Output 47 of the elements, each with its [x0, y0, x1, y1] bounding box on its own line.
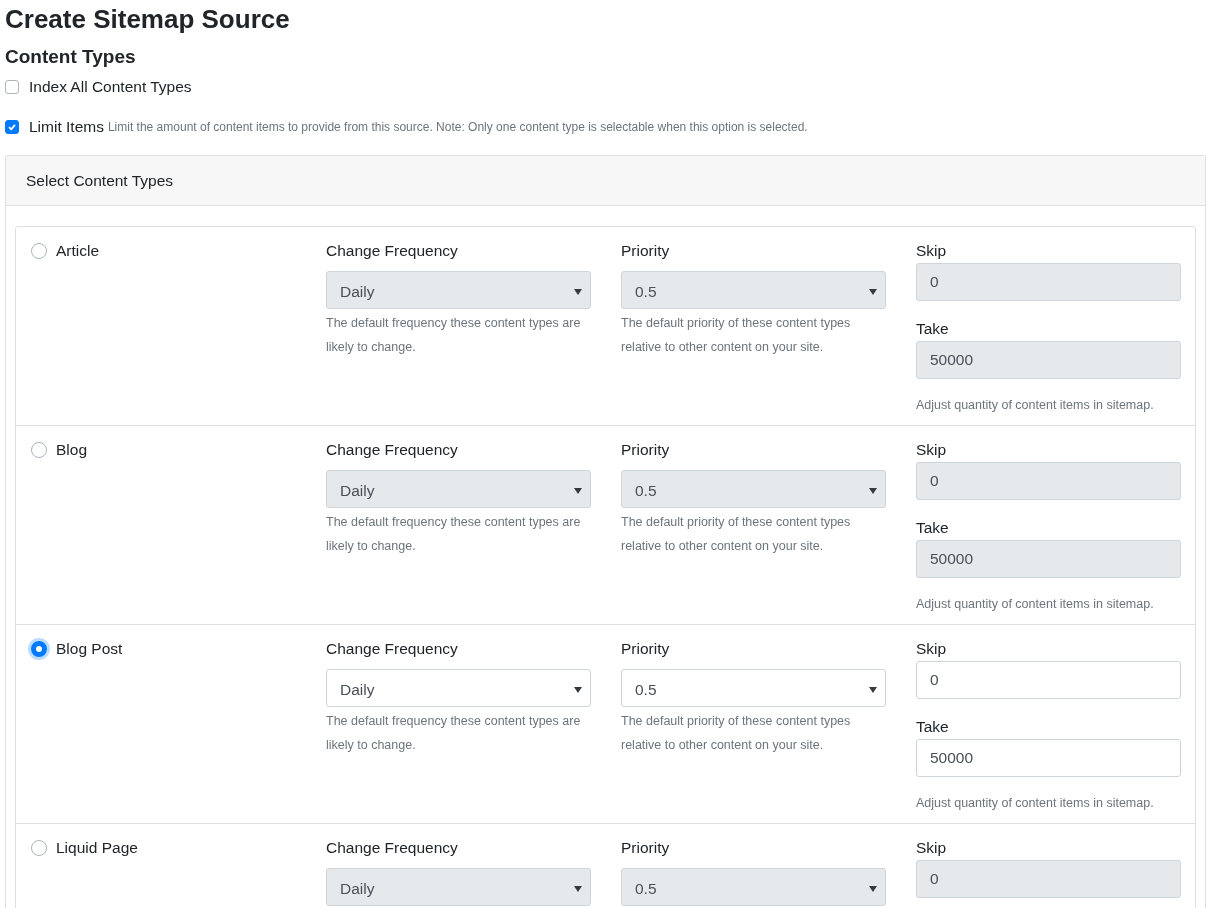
help-text: Adjust quantity of content items in sitemap. [916, 397, 1155, 414]
option-hint: Limit the amount of content items to provide from this source. Note: Only one content type is selectable when this option is selected. [107, 120, 808, 134]
skip-field[interactable]: 0 [916, 661, 1181, 699]
caret-icon [869, 886, 877, 892]
field-label: Priority [621, 639, 671, 659]
checkbox-label[interactable]: Index All Content Types [29, 78, 192, 96]
section-title: Content Types [5, 45, 137, 69]
help-text: Adjust quantity of content items in sitemap. [916, 596, 1155, 613]
caret-icon [869, 488, 877, 494]
field-label: Priority [621, 241, 671, 261]
field-label: Change Frequency [326, 440, 459, 460]
caret-icon [574, 289, 582, 295]
field-label: Skip [916, 838, 948, 858]
page-title: Create Sitemap Source [5, 3, 291, 35]
help-text: Adjust quantity of content items in sitemap. [916, 795, 1155, 812]
dropdown[interactable]: Daily [326, 669, 591, 707]
field-label: Take [916, 518, 950, 538]
caret-icon [574, 488, 582, 494]
checkbox-label[interactable]: Limit Items [29, 118, 104, 136]
field-label: Change Frequency [326, 838, 459, 858]
take-field[interactable]: 50000 [916, 739, 1181, 777]
card-title: Select Content Types [26, 171, 174, 190]
checkbox[interactable] [5, 80, 19, 94]
help-text: The default priority of these content types relative to other content on your site. [621, 315, 852, 356]
dropdown[interactable]: 0.5 [621, 669, 886, 707]
content-type-name[interactable]: Blog Post [56, 637, 123, 661]
field-label: Priority [621, 838, 671, 858]
field-label: Priority [621, 440, 671, 460]
help-text: The default frequency these content types are likely to change. [326, 514, 582, 555]
checkbox[interactable] [5, 120, 19, 134]
field-label: Take [916, 717, 950, 737]
help-text: The default frequency these content types are likely to change. [326, 713, 582, 754]
field-label: Skip [916, 241, 948, 261]
caret-icon [574, 687, 582, 693]
caret-icon [869, 289, 877, 295]
field-label: Change Frequency [326, 639, 459, 659]
help-text: The default priority of these content types relative to other content on your site. [621, 713, 852, 754]
field-label: Skip [916, 639, 948, 659]
help-text: The default priority of these content types relative to other content on your site. [621, 514, 852, 555]
caret-icon [869, 687, 877, 693]
field-label: Skip [916, 440, 948, 460]
check-icon [7, 122, 17, 132]
field-label: Change Frequency [326, 241, 459, 261]
field-label: Take [916, 319, 950, 339]
caret-icon [574, 886, 582, 892]
radio-button[interactable] [31, 641, 47, 657]
help-text: The default frequency these content types are likely to change. [326, 315, 582, 356]
